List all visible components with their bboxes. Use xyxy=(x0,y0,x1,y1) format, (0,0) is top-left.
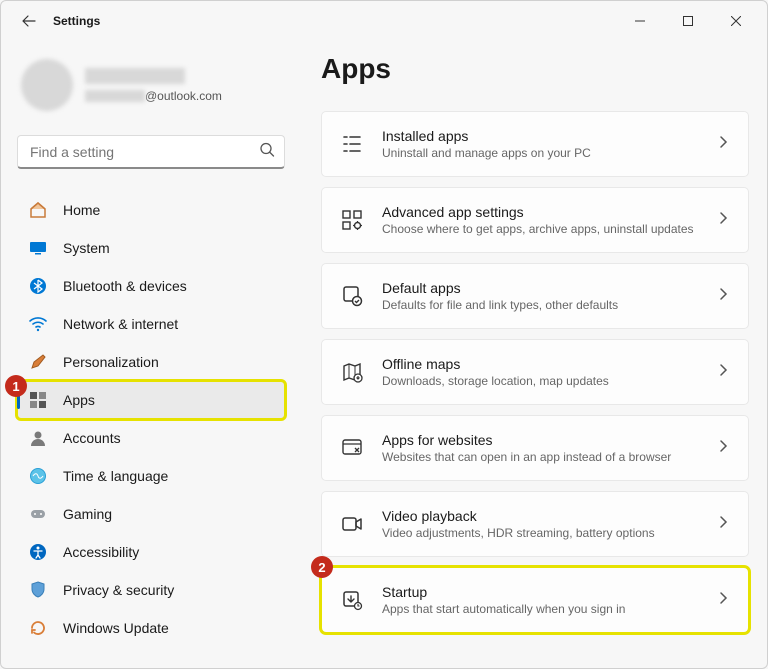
card-apps-for-websites[interactable]: Apps for websites Websites that can open… xyxy=(321,415,749,481)
minimize-button[interactable] xyxy=(617,5,663,37)
nav-network[interactable]: Network & internet xyxy=(17,305,285,343)
card-subtitle: Downloads, storage location, map updates xyxy=(382,374,716,388)
card-subtitle: Apps that start automatically when you s… xyxy=(382,602,716,616)
nav-label: Windows Update xyxy=(63,620,169,636)
nav-label: Time & language xyxy=(63,468,168,484)
apps-websites-icon xyxy=(340,436,364,460)
card-title: Default apps xyxy=(382,280,716,296)
chevron-right-icon xyxy=(716,135,730,154)
nav-label: Network & internet xyxy=(63,316,178,332)
card-list: Installed apps Uninstall and manage apps… xyxy=(321,111,749,633)
card-subtitle: Choose where to get apps, archive apps, … xyxy=(382,222,716,236)
card-startup[interactable]: Startup Apps that start automatically wh… xyxy=(321,567,749,633)
chevron-right-icon xyxy=(716,515,730,534)
nav-accessibility[interactable]: Accessibility xyxy=(17,533,285,571)
gaming-icon xyxy=(27,503,49,525)
card-title: Installed apps xyxy=(382,128,716,144)
chevron-right-icon xyxy=(716,287,730,306)
card-title: Apps for websites xyxy=(382,432,716,448)
card-subtitle: Uninstall and manage apps on your PC xyxy=(382,146,716,160)
card-title: Video playback xyxy=(382,508,716,524)
back-button[interactable] xyxy=(17,9,41,33)
card-subtitle: Websites that can open in an app instead… xyxy=(382,450,716,464)
update-icon xyxy=(27,617,49,639)
advanced-settings-icon xyxy=(340,208,364,232)
offline-maps-icon xyxy=(340,360,364,384)
maximize-icon xyxy=(683,16,693,26)
page-title: Apps xyxy=(321,53,749,85)
nav-label: Apps xyxy=(63,392,95,408)
minimize-icon xyxy=(635,16,645,26)
callout-1: 1 xyxy=(5,375,27,397)
nav-system[interactable]: System xyxy=(17,229,285,267)
startup-icon xyxy=(340,588,364,612)
chevron-right-icon xyxy=(716,591,730,610)
system-icon xyxy=(27,237,49,259)
profile-email: @outlook.com xyxy=(85,89,222,103)
default-apps-icon xyxy=(340,284,364,308)
time-icon xyxy=(27,465,49,487)
back-arrow-icon xyxy=(21,13,37,29)
nav-apps[interactable]: Apps xyxy=(17,381,285,419)
nav-update[interactable]: Windows Update xyxy=(17,609,285,647)
nav-label: Privacy & security xyxy=(63,582,174,598)
chevron-right-icon xyxy=(716,211,730,230)
chevron-right-icon xyxy=(716,363,730,382)
main-content: Apps Installed apps Uninstall and manage… xyxy=(297,41,767,668)
network-icon xyxy=(27,313,49,335)
card-title: Startup xyxy=(382,584,716,600)
card-subtitle: Defaults for file and link types, other … xyxy=(382,298,716,312)
card-subtitle: Video adjustments, HDR streaming, batter… xyxy=(382,526,716,540)
card-default-apps[interactable]: Default apps Defaults for file and link … xyxy=(321,263,749,329)
card-installed-apps[interactable]: Installed apps Uninstall and manage apps… xyxy=(321,111,749,177)
nav-time[interactable]: Time & language xyxy=(17,457,285,495)
nav-label: Home xyxy=(63,202,100,218)
nav-gaming[interactable]: Gaming xyxy=(17,495,285,533)
close-icon xyxy=(731,16,741,26)
nav: Home System Bluetooth & devices Network … xyxy=(17,191,285,647)
nav-label: System xyxy=(63,240,110,256)
maximize-button[interactable] xyxy=(665,5,711,37)
apps-icon xyxy=(27,389,49,411)
window-title: Settings xyxy=(53,14,100,28)
sidebar: @outlook.com Home System Bluetooth & dev… xyxy=(1,41,297,668)
privacy-icon xyxy=(27,579,49,601)
nav-label: Bluetooth & devices xyxy=(63,278,187,294)
nav-label: Personalization xyxy=(63,354,159,370)
nav-accounts[interactable]: Accounts xyxy=(17,419,285,457)
accessibility-icon xyxy=(27,541,49,563)
card-title: Advanced app settings xyxy=(382,204,716,220)
card-video-playback[interactable]: Video playback Video adjustments, HDR st… xyxy=(321,491,749,557)
nav-label: Accessibility xyxy=(63,544,139,560)
nav-personalization[interactable]: Personalization xyxy=(17,343,285,381)
window-controls xyxy=(617,5,759,37)
accounts-icon xyxy=(27,427,49,449)
nav-privacy[interactable]: Privacy & security xyxy=(17,571,285,609)
avatar xyxy=(21,59,73,111)
bluetooth-icon xyxy=(27,275,49,297)
nav-label: Gaming xyxy=(63,506,112,522)
nav-home[interactable]: Home xyxy=(17,191,285,229)
card-advanced-settings[interactable]: Advanced app settings Choose where to ge… xyxy=(321,187,749,253)
video-icon xyxy=(340,512,364,536)
card-offline-maps[interactable]: Offline maps Downloads, storage location… xyxy=(321,339,749,405)
card-title: Offline maps xyxy=(382,356,716,372)
search-input[interactable] xyxy=(17,135,285,169)
installed-apps-icon xyxy=(340,132,364,156)
search-wrap xyxy=(17,135,285,169)
search-icon xyxy=(259,142,275,163)
callout-2: 2 xyxy=(311,556,333,578)
nav-bluetooth[interactable]: Bluetooth & devices xyxy=(17,267,285,305)
home-icon xyxy=(27,199,49,221)
personalization-icon xyxy=(27,351,49,373)
close-button[interactable] xyxy=(713,5,759,37)
nav-label: Accounts xyxy=(63,430,121,446)
titlebar: Settings xyxy=(1,1,767,41)
profile-name-redacted xyxy=(85,68,185,84)
chevron-right-icon xyxy=(716,439,730,458)
profile[interactable]: @outlook.com xyxy=(17,51,285,129)
